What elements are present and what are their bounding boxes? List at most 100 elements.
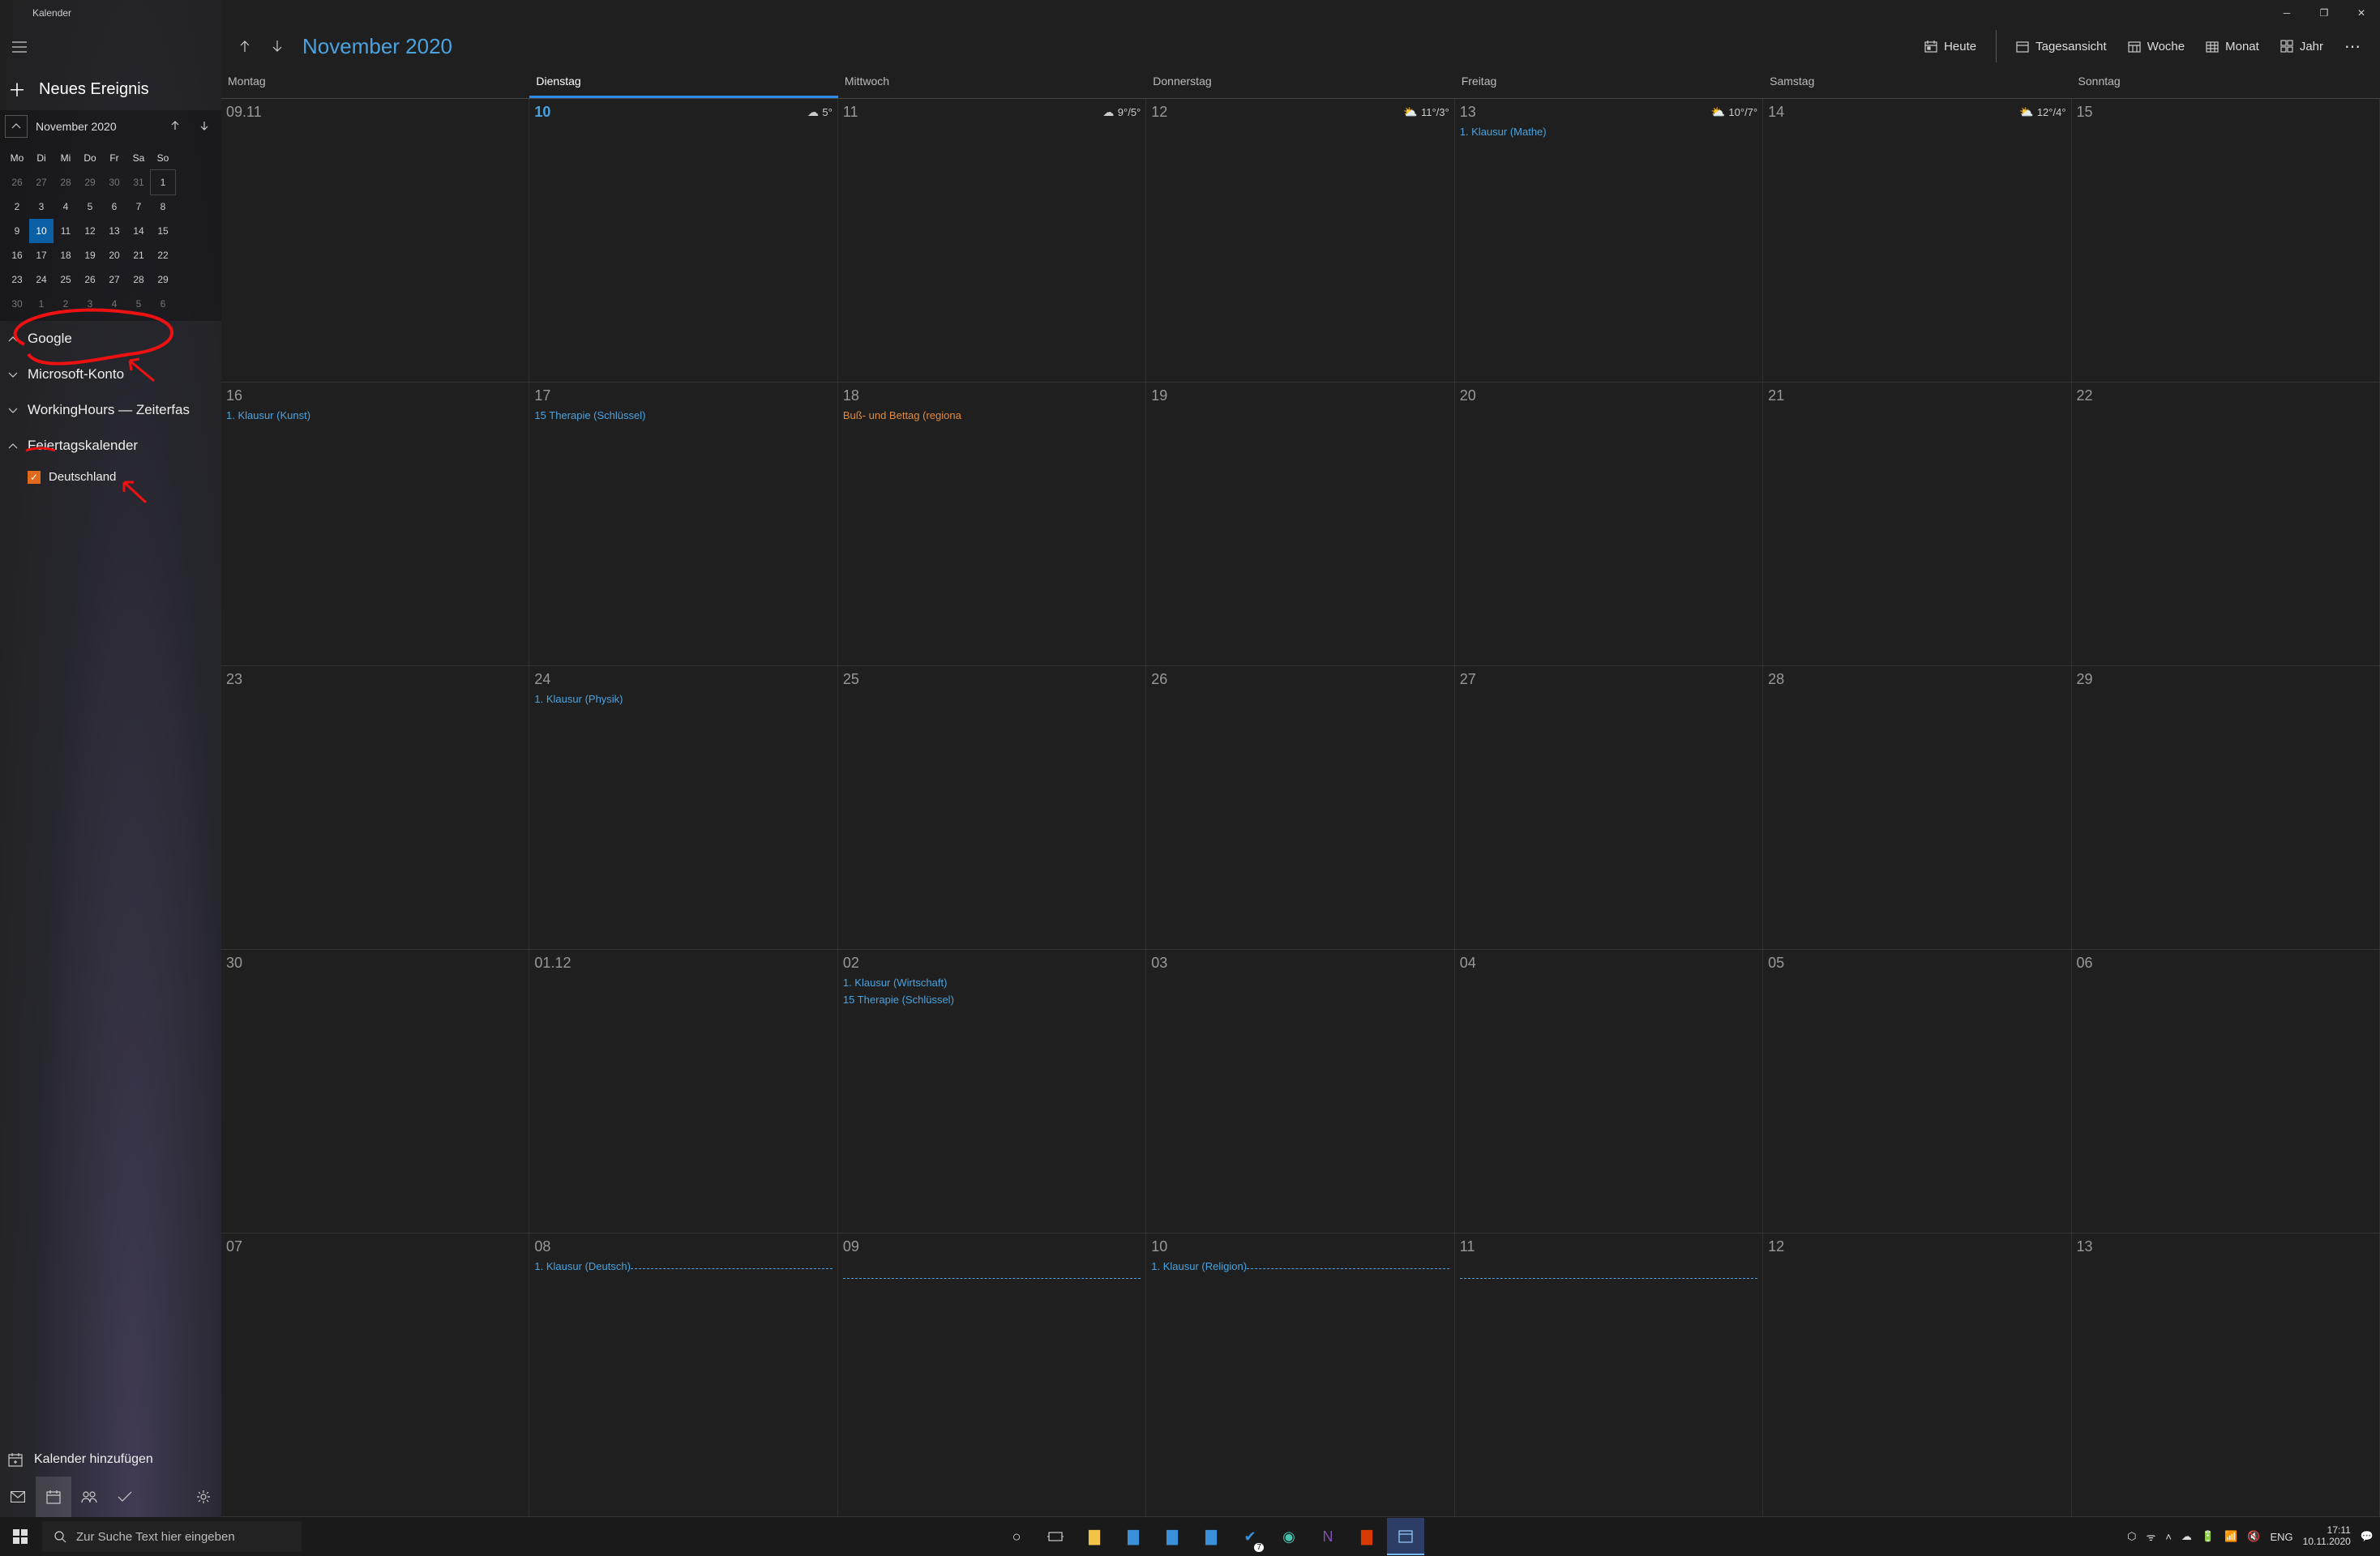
usb-icon[interactable]: ᯤ [2146,1529,2155,1544]
mini-day[interactable]: 28 [54,170,78,194]
mini-day[interactable]: 2 [54,292,78,316]
day-cell[interactable]: 161. Klausur (Kunst) [221,383,529,665]
volume-icon[interactable]: 🔇 [2247,1530,2260,1543]
mini-day[interactable]: 29 [151,267,175,292]
mini-day[interactable]: 1 [151,170,175,194]
day-cell[interactable]: 14⛅ 12°/4° [1763,99,2071,382]
day-cell[interactable]: 07 [221,1233,529,1516]
maximize-button[interactable]: ❐ [2305,0,2343,26]
mini-day[interactable]: 23 [5,267,29,292]
day-cell[interactable]: 23 [221,666,529,949]
day-cell[interactable]: 101. Klausur (Religion) [1146,1233,1454,1516]
day-cell[interactable]: 27 [1455,666,1763,949]
day-cell[interactable]: 11 [1455,1233,1763,1516]
day-cell[interactable]: 20 [1455,383,1763,665]
mail-button[interactable] [0,1477,36,1517]
mini-day[interactable]: 18 [54,243,78,267]
people-button[interactable] [71,1477,107,1517]
mini-day[interactable]: 20 [102,243,126,267]
mini-expand-toggle[interactable] [5,115,28,138]
account-item[interactable]: Google [0,321,221,357]
mini-day[interactable]: 14 [126,219,151,243]
wifi-icon[interactable]: 📶 [2224,1530,2237,1543]
mini-day[interactable]: 17 [29,243,54,267]
day-cell[interactable]: 11☁ 9°/5° [838,99,1146,382]
language-indicator[interactable]: ENG [2270,1531,2292,1543]
view-day-button[interactable]: Tagesansicht [2010,36,2113,57]
app-button-1[interactable]: ▇ [1115,1518,1152,1555]
view-year-button[interactable]: Jahr [2274,36,2330,57]
tray-app-icon[interactable]: ⬡ [2127,1530,2136,1543]
day-cell[interactable]: 03 [1146,950,1454,1233]
day-cell[interactable]: 13⛅ 10°/7°1. Klausur (Mathe) [1455,99,1763,382]
day-cell[interactable]: 22 [2072,383,2380,665]
day-cell[interactable]: 21 [1763,383,2071,665]
mini-day[interactable]: 13 [102,219,126,243]
today-button[interactable]: Heute [1918,36,1983,57]
mini-day[interactable]: 30 [5,292,29,316]
clock[interactable]: 17:11 10.11.2020 [2303,1525,2351,1548]
onedrive-icon[interactable]: ☁ [2181,1530,2192,1543]
add-calendar-button[interactable]: Kalender hinzufügen [0,1443,221,1477]
event[interactable]: 1. Klausur (Religion) [1151,1260,1247,1272]
minimize-button[interactable]: ─ [2268,0,2305,26]
mini-day[interactable]: 4 [54,194,78,219]
mini-day[interactable]: 28 [126,267,151,292]
day-cell[interactable]: 26 [1146,666,1454,949]
mini-day[interactable]: 24 [29,267,54,292]
calendar-sub-item[interactable]: ✓Deutschland [0,464,221,490]
day-cell[interactable]: 13 [2072,1233,2380,1516]
account-item[interactable]: Feiertagskalender [0,428,221,464]
mini-calendar-grid[interactable]: MoDiMiDoFrSaSo 2627282930311234567891011… [5,146,175,316]
mini-next-button[interactable] [194,120,215,134]
calendar-taskbar-button[interactable] [1387,1518,1424,1555]
start-button[interactable] [0,1517,41,1556]
day-cell[interactable]: 081. Klausur (Deutsch) [529,1233,837,1516]
taskbar-search[interactable]: Zur Suche Text hier eingeben [42,1521,302,1552]
onenote-button[interactable]: N [1309,1518,1346,1555]
mini-day[interactable]: 12 [78,219,102,243]
day-cell[interactable]: 021. Klausur (Wirtschaft)15 Therapie (Sc… [838,950,1146,1233]
day-cell[interactable]: 01.12 [529,950,837,1233]
office-button[interactable]: ▇ [1348,1518,1385,1555]
day-cell[interactable]: 18Buß- und Bettag (regiona [838,383,1146,665]
mini-day[interactable]: 21 [126,243,151,267]
mini-day[interactable]: 11 [54,219,78,243]
action-center-button[interactable]: 💬 [2361,1530,2374,1543]
hamburger-button[interactable] [3,31,36,63]
mini-day[interactable]: 10 [29,219,54,243]
settings-button[interactable] [186,1477,221,1517]
next-month-button[interactable] [265,34,289,58]
app-button-3[interactable]: ▇ [1192,1518,1230,1555]
mini-day[interactable]: 3 [29,194,54,219]
todo-app-button[interactable]: ✔7 [1231,1518,1269,1555]
day-cell[interactable]: 04 [1455,950,1763,1233]
event[interactable]: Buß- und Bettag (regiona [843,409,1141,421]
day-cell[interactable]: 1715 Therapie (Schlüssel) [529,383,837,665]
mini-day[interactable]: 29 [78,170,102,194]
new-event-button[interactable]: ＋ Neues Ereignis [0,68,221,110]
day-cell[interactable]: 28 [1763,666,2071,949]
mini-day[interactable]: 6 [102,194,126,219]
day-cell[interactable]: 12⛅ 11°/3° [1146,99,1454,382]
event[interactable]: 15 Therapie (Schlüssel) [843,994,1141,1006]
account-item[interactable]: WorkingHours — Zeiterfas [0,392,221,428]
task-view-button[interactable] [1037,1518,1074,1555]
day-cell[interactable]: 29 [2072,666,2380,949]
mini-day[interactable]: 9 [5,219,29,243]
mini-day[interactable]: 6 [151,292,175,316]
day-cell[interactable]: 10☁ 5° [529,99,837,382]
mini-day[interactable]: 5 [78,194,102,219]
mini-day[interactable]: 30 [102,170,126,194]
mini-day[interactable]: 8 [151,194,175,219]
more-button[interactable]: ⋯ [2338,33,2369,60]
mini-day[interactable]: 16 [5,243,29,267]
day-cell[interactable]: 30 [221,950,529,1233]
view-week-button[interactable]: Woche [2121,36,2191,57]
day-cell[interactable]: 15 [2072,99,2380,382]
edge-button[interactable]: ◉ [1270,1518,1308,1555]
mini-day[interactable]: 5 [126,292,151,316]
event[interactable]: 1. Klausur (Mathe) [1460,126,1757,138]
day-cell[interactable]: 19 [1146,383,1454,665]
todo-button[interactable] [107,1477,143,1517]
